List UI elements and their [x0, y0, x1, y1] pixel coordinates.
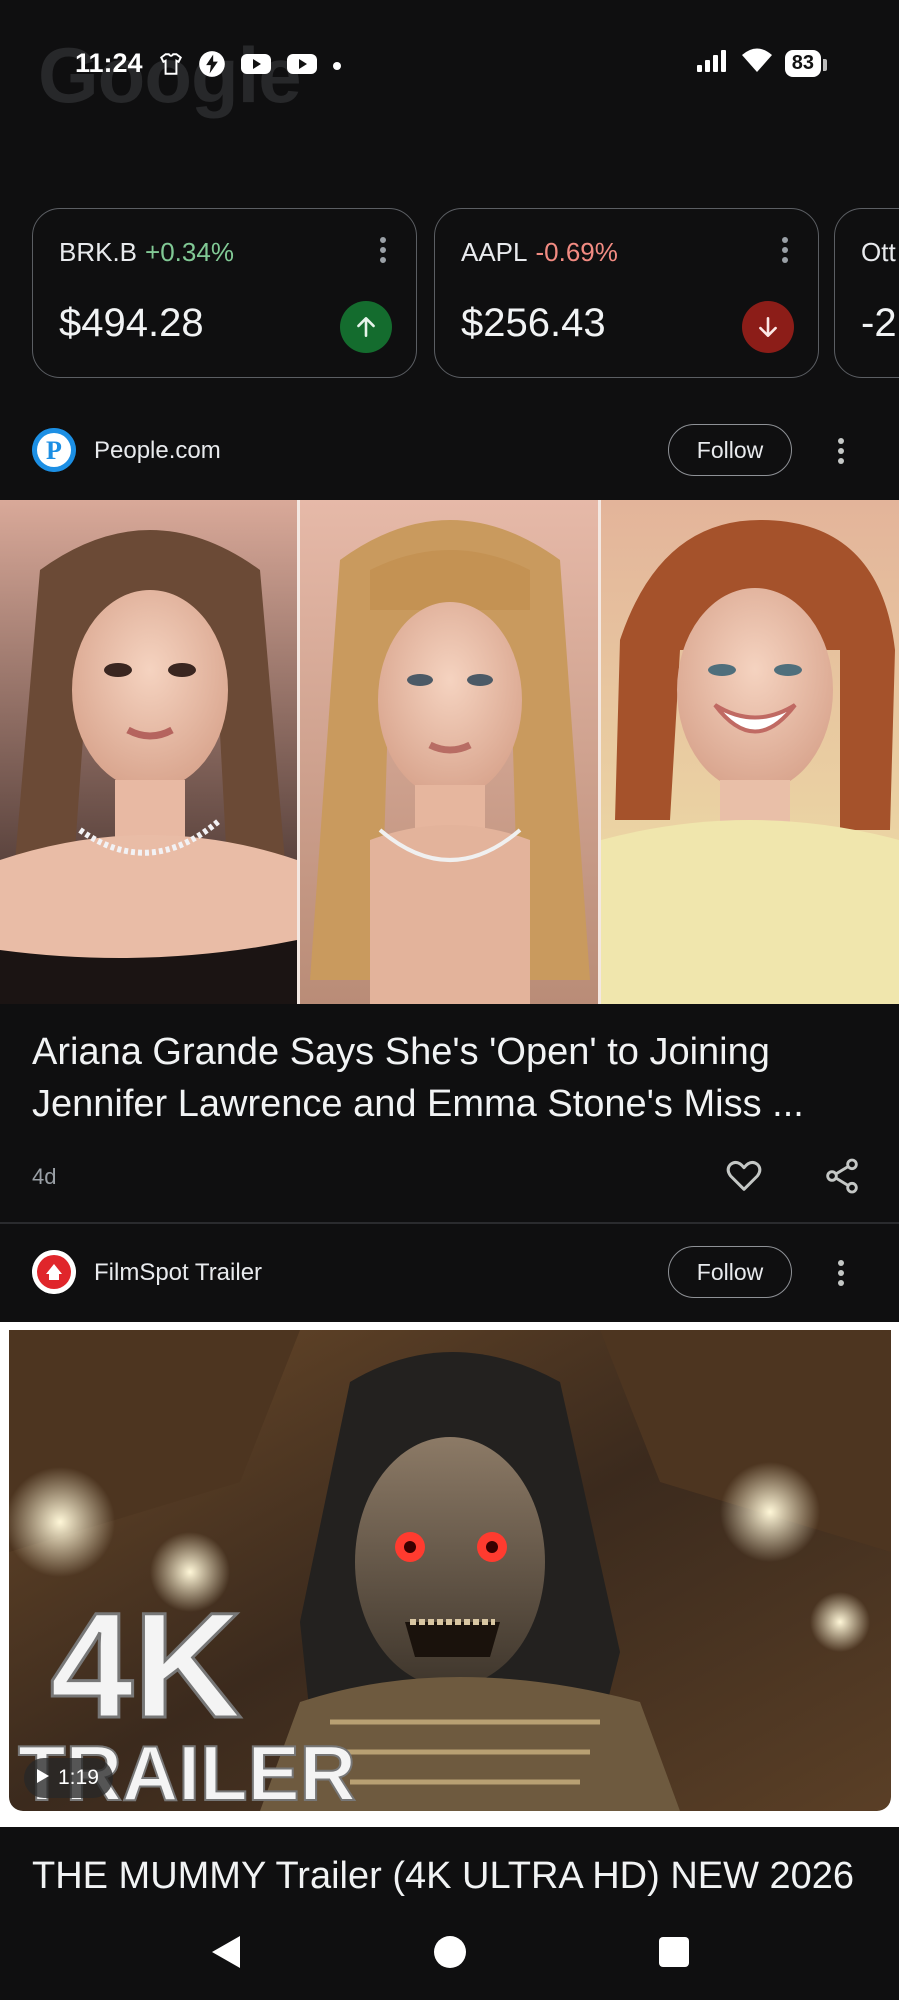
thumbnail-4k-text: 4K: [50, 1581, 242, 1749]
stock-card-partial[interactable]: Ott -2: [834, 208, 899, 378]
stock-ticker: BRK.B +0.34%: [59, 237, 234, 268]
system-navigation-bar: [0, 1912, 899, 2000]
article-image-people[interactable]: [0, 500, 899, 1004]
wifi-icon: [741, 48, 773, 79]
article-age: 4d: [32, 1164, 57, 1189]
svg-text:P: P: [46, 436, 62, 465]
share-icon[interactable]: [822, 1156, 862, 1196]
filmspot-logo-icon: [32, 1250, 76, 1294]
follow-button[interactable]: Follow: [668, 1246, 792, 1298]
stock-card-brkb[interactable]: BRK.B +0.34% $494.28: [32, 208, 417, 378]
youtube-icon: [240, 52, 272, 81]
source-name[interactable]: FilmSpot Trailer: [94, 1259, 262, 1287]
source-name[interactable]: People.com: [94, 437, 221, 465]
youtube-icon: [286, 52, 318, 81]
video-duration-badge: 1:19: [24, 1758, 113, 1798]
stock-ticker-label: BRK.B: [59, 237, 138, 267]
more-options-icon[interactable]: [838, 1260, 844, 1286]
source-row-people: P People.com Follow: [0, 410, 899, 490]
status-notification-icons: [158, 50, 342, 83]
stock-ticker-label: AAPL: [461, 237, 528, 267]
source-row-filmspot: FilmSpot Trailer Follow: [0, 1232, 899, 1312]
stock-more-icon[interactable]: [380, 237, 386, 263]
stock-more-icon[interactable]: [782, 237, 788, 263]
bolt-icon: [198, 50, 226, 83]
recents-icon[interactable]: [652, 1930, 696, 1974]
dot-icon: [332, 58, 342, 76]
status-time: 11:24: [75, 48, 143, 78]
video-thumbnail[interactable]: 4K TRAILER: [0, 1322, 899, 1827]
stock-carousel[interactable]: BRK.B +0.34% $494.28 AAPL -0.69% $256.43 O…: [32, 208, 899, 378]
stock-card-aapl[interactable]: AAPL -0.69% $256.43: [434, 208, 819, 378]
follow-button[interactable]: Follow: [668, 424, 792, 476]
heart-icon[interactable]: [724, 1156, 764, 1196]
arrow-down-icon: [742, 301, 794, 353]
video-duration: 1:19: [58, 1766, 99, 1789]
back-icon[interactable]: [204, 1930, 248, 1974]
article-headline[interactable]: THE MUMMY Trailer (4K ULTRA HD) NEW 2026: [32, 1850, 877, 1912]
stock-change: +0.34%: [145, 237, 234, 267]
stock-ticker: Ott: [861, 237, 896, 267]
stock-change: -0.69%: [535, 237, 618, 267]
stock-ticker: AAPL -0.69%: [461, 237, 618, 268]
stock-price: $494.28: [59, 301, 204, 345]
status-bar: 11:24 83: [0, 40, 899, 90]
stock-price: -2: [861, 301, 897, 345]
article-headline[interactable]: Ariana Grande Says She's 'Open' to Joini…: [32, 1026, 877, 1130]
status-system-icons: 83: [695, 48, 828, 79]
home-icon[interactable]: [428, 1930, 472, 1974]
stock-price: $256.43: [461, 301, 606, 345]
more-options-icon[interactable]: [838, 438, 844, 464]
battery-icon: 83: [784, 50, 828, 77]
arrow-up-icon: [340, 301, 392, 353]
shirt-icon: [158, 51, 184, 82]
signal-icon: [695, 49, 729, 78]
play-icon: [36, 1766, 50, 1790]
feed-divider: [0, 1222, 899, 1224]
people-logo-icon: P: [32, 428, 76, 472]
